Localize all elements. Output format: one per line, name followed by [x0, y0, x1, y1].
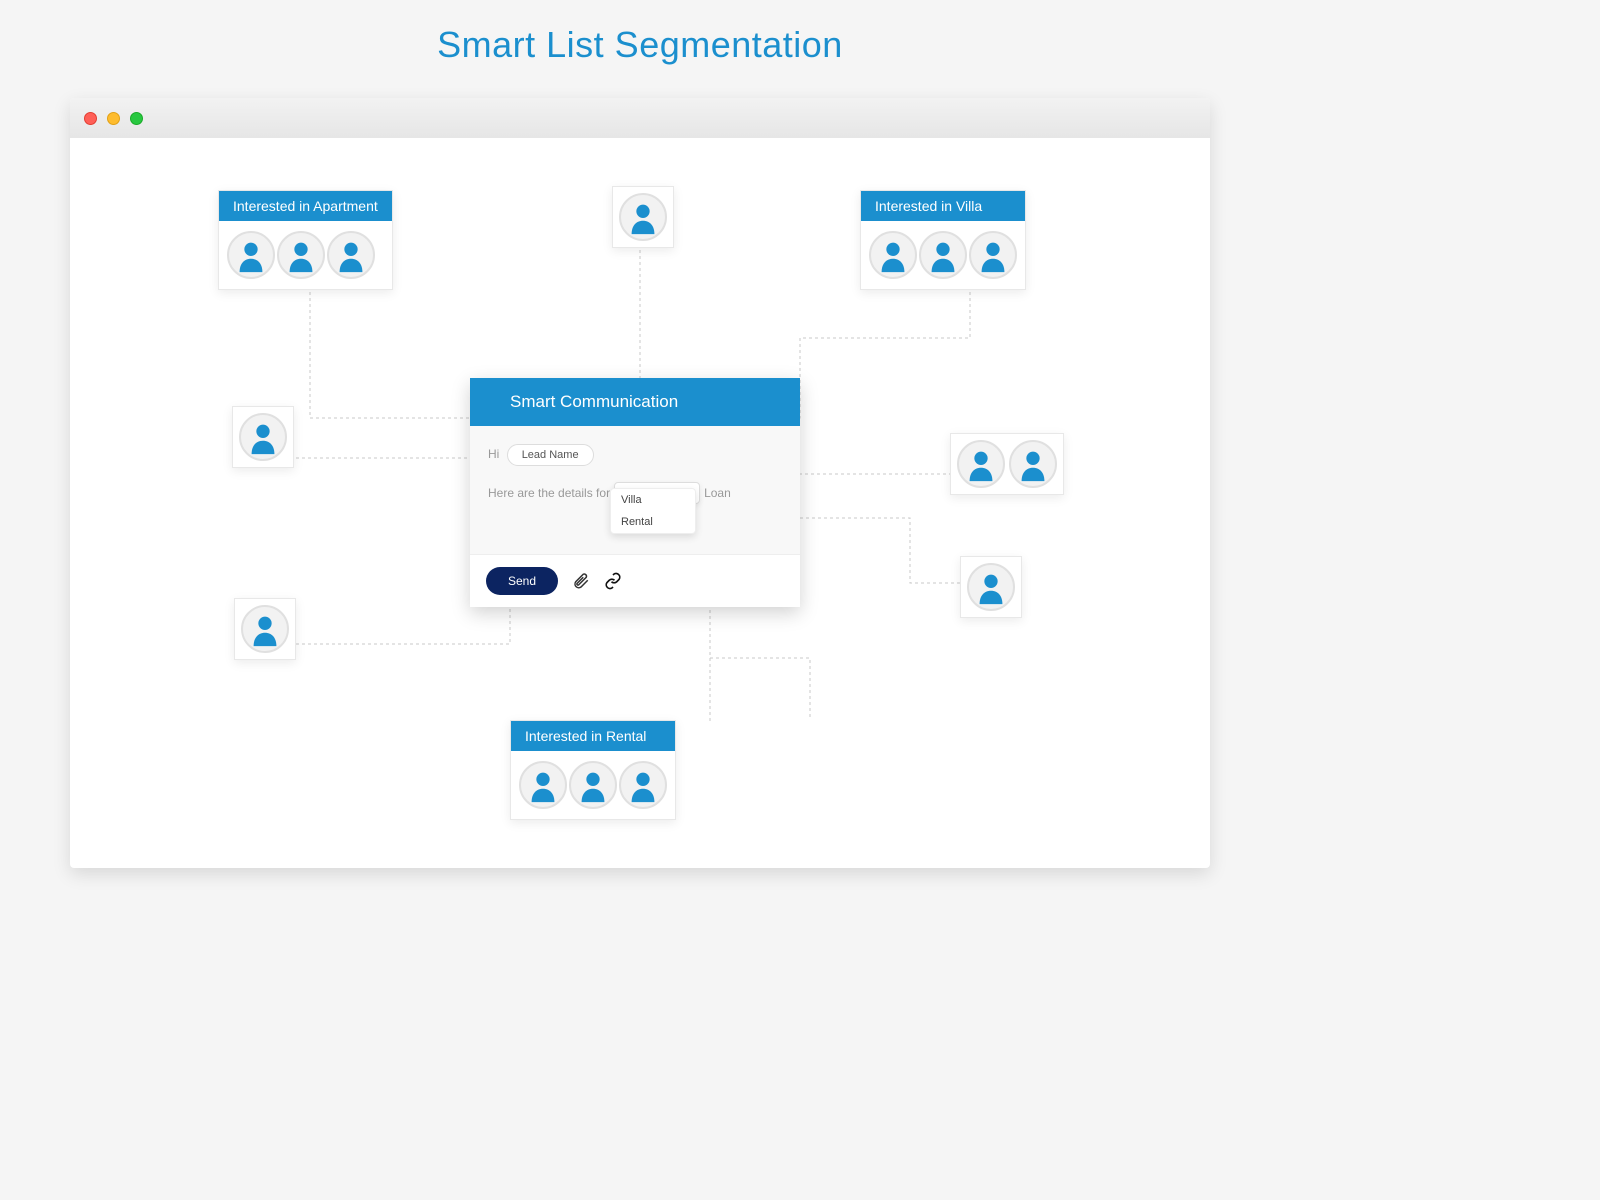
details-suffix-text: Loan: [704, 486, 731, 500]
page-title: Smart List Segmentation: [0, 0, 1280, 86]
segment-header: Interested in Rental: [511, 721, 675, 751]
dropdown-option-rental[interactable]: Rental: [611, 511, 695, 533]
avatar-node: [234, 598, 296, 660]
avatar-icon: [619, 193, 667, 241]
smart-communication-panel: Smart Communication Hi Lead Name Here ar…: [470, 378, 800, 607]
avatar-icon: [869, 231, 917, 279]
send-button[interactable]: Send: [486, 567, 558, 595]
segment-header: Interested in Villa: [861, 191, 1025, 221]
link-icon[interactable]: [604, 572, 622, 590]
minimize-icon[interactable]: [107, 112, 120, 125]
avatar-node: [960, 556, 1022, 618]
avatar-icon: [919, 231, 967, 279]
avatar-icon: [1009, 440, 1057, 488]
segment-card-apartment: Interested in Apartment: [218, 190, 393, 290]
dropdown-menu: Villa Rental: [610, 488, 696, 534]
app-window: Interested in Apartment Interested in Vi…: [70, 98, 1210, 868]
paperclip-icon[interactable]: [572, 572, 590, 590]
avatar-icon: [969, 231, 1017, 279]
window-titlebar: [70, 98, 1210, 138]
avatar-icon: [277, 231, 325, 279]
avatar-icon: [519, 761, 567, 809]
lead-name-chip[interactable]: Lead Name: [507, 444, 594, 466]
segment-header: Interested in Apartment: [219, 191, 392, 221]
segment-card-villa: Interested in Villa: [860, 190, 1026, 290]
avatar-icon: [569, 761, 617, 809]
avatar-icon: [619, 761, 667, 809]
panel-header: Smart Communication: [470, 378, 800, 426]
avatar-icon: [957, 440, 1005, 488]
avatar-icon: [327, 231, 375, 279]
avatar-icon: [241, 605, 289, 653]
maximize-icon[interactable]: [130, 112, 143, 125]
close-icon[interactable]: [84, 112, 97, 125]
diagram-canvas: Interested in Apartment Interested in Vi…: [70, 138, 1210, 868]
avatar-icon: [239, 413, 287, 461]
avatar-icon: [967, 563, 1015, 611]
panel-footer: Send: [470, 554, 800, 607]
avatar-node: [232, 406, 294, 468]
dropdown-option-villa[interactable]: Villa: [611, 489, 695, 511]
avatar-node: [612, 186, 674, 248]
avatar-node: [950, 433, 1064, 495]
panel-body: Hi Lead Name Here are the details for Ap…: [470, 426, 800, 554]
details-prefix-text: Here are the details for: [488, 486, 610, 500]
greeting-text: Hi: [488, 447, 499, 461]
segment-card-rental: Interested in Rental: [510, 720, 676, 820]
avatar-icon: [227, 231, 275, 279]
